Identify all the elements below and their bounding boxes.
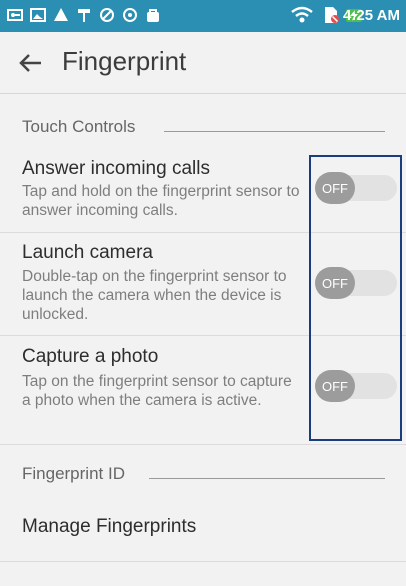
page-title: Fingerprint [62,46,187,76]
app-bar: Fingerprint [0,32,406,94]
setting-title: Capture a photo [22,346,159,367]
wifi-icon [289,6,315,24]
arrow-back-icon[interactable] [17,48,47,78]
no-sim-icon [322,6,340,24]
status-time: 4:25 AM [343,7,400,24]
divider [0,444,406,445]
section-header-touch-controls: Touch Controls [22,117,136,136]
triangle-app-icon [52,6,70,24]
manage-fingerprints-item[interactable]: Manage Fingerprints [22,516,196,538]
section-header-line [164,131,385,132]
setting-title: Answer incoming calls [22,158,210,179]
compass-icon [121,6,139,24]
setting-title: Launch camera [22,242,153,263]
section-header-fingerprint-id: Fingerprint ID [22,464,125,483]
setting-description: Tap and hold on the fingerprint sensor t… [22,183,300,219]
divider [0,561,406,562]
status-bar: 4:25 AM [0,0,406,32]
image-icon [29,6,47,24]
setting-description: Double-tap on the fingerprint sensor to … [22,268,287,323]
vpn-key-icon [6,6,24,24]
paint-roller-icon [75,6,93,24]
bag-icon [144,6,162,24]
setting-description: Tap on the fingerprint sensor to capture… [22,373,292,409]
highlight-box [309,155,402,441]
section-header-line [149,478,385,479]
sync-icon [98,6,116,24]
